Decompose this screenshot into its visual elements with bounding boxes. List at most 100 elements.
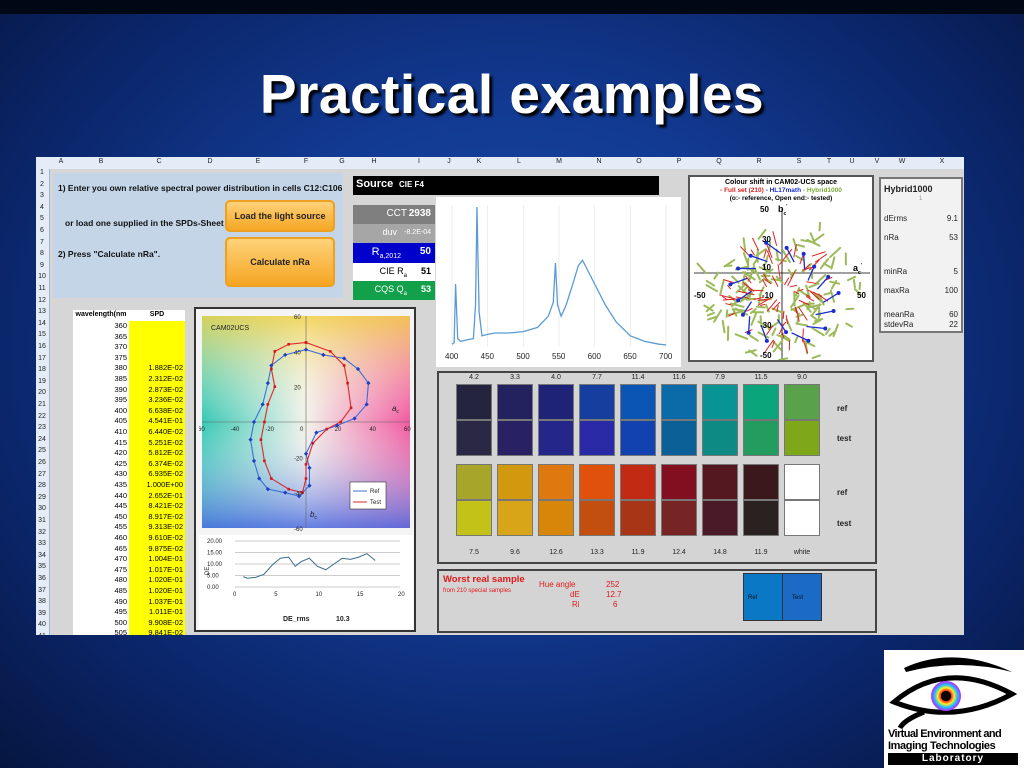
column-header-q[interactable]: Q — [709, 158, 729, 165]
column-header-c[interactable]: C — [149, 158, 169, 165]
column-header-j[interactable]: J — [439, 158, 459, 165]
spd-cell[interactable]: 1.004E-01 — [129, 554, 185, 565]
row-header-31[interactable]: 31 — [36, 517, 48, 524]
row-header-36[interactable]: 36 — [36, 575, 48, 582]
column-header-x[interactable]: X — [932, 158, 952, 165]
column-header-f[interactable]: F — [296, 158, 316, 165]
spd-cell[interactable]: 2.312E-02 — [129, 374, 185, 385]
column-header-a[interactable]: A — [51, 158, 71, 165]
spd-cell[interactable]: 9.610E-02 — [129, 533, 185, 544]
calculate-nra-button[interactable]: Calculate nRa — [225, 237, 335, 287]
wavelength-cell[interactable]: 410 — [73, 427, 129, 438]
spd-cell[interactable]: 5.251E-02 — [129, 437, 185, 449]
wavelength-cell[interactable]: 400 — [73, 405, 129, 417]
wavelength-cell[interactable]: 405 — [73, 416, 129, 427]
row-header-35[interactable]: 35 — [36, 563, 48, 570]
row-header-1[interactable]: 1 — [36, 169, 48, 176]
row-header-12[interactable]: 12 — [36, 297, 48, 304]
column-header-n[interactable]: N — [589, 158, 609, 165]
row-header-10[interactable]: 10 — [36, 273, 48, 280]
row-header-21[interactable]: 21 — [36, 401, 48, 408]
wavelength-cell[interactable]: 475 — [73, 564, 129, 576]
spd-cell[interactable]: 5.812E-02 — [129, 448, 185, 459]
column-header-i[interactable]: I — [409, 158, 429, 165]
row-header-6[interactable]: 6 — [36, 227, 48, 234]
row-header-34[interactable]: 34 — [36, 552, 48, 559]
wavelength-cell[interactable]: 365 — [73, 331, 129, 343]
spd-cell[interactable]: 1.000E+00 — [129, 480, 185, 491]
row-header-4[interactable]: 4 — [36, 204, 48, 211]
spd-cell[interactable]: 6.440E-02 — [129, 427, 185, 438]
spd-cell[interactable]: 1.037E-01 — [129, 596, 185, 608]
wavelength-cell[interactable]: 430 — [73, 469, 129, 480]
row-header-39[interactable]: 39 — [36, 610, 48, 617]
spd-cell[interactable]: 1.017E-01 — [129, 564, 185, 576]
wavelength-cell[interactable]: 490 — [73, 596, 129, 608]
spd-cell[interactable] — [129, 342, 185, 353]
spd-cell[interactable] — [129, 352, 185, 364]
wavelength-cell[interactable]: 455 — [73, 522, 129, 533]
column-header-e[interactable]: E — [248, 158, 268, 165]
row-header-5[interactable]: 5 — [36, 215, 48, 222]
wavelength-cell[interactable]: 375 — [73, 352, 129, 364]
column-header-u[interactable]: U — [842, 158, 862, 165]
wavelength-cell[interactable]: 440 — [73, 490, 129, 502]
row-header-27[interactable]: 27 — [36, 471, 48, 478]
wavelength-cell[interactable]: 395 — [73, 395, 129, 406]
spd-cell[interactable] — [129, 321, 185, 332]
spd-cell[interactable]: 2.873E-02 — [129, 384, 185, 396]
wavelength-cell[interactable]: 420 — [73, 448, 129, 459]
row-header-40[interactable]: 40 — [36, 621, 48, 628]
wavelength-cell[interactable]: 500 — [73, 617, 129, 629]
row-header-20[interactable]: 20 — [36, 389, 48, 396]
column-header-l[interactable]: L — [509, 158, 529, 165]
row-header-26[interactable]: 26 — [36, 459, 48, 466]
row-header-38[interactable]: 38 — [36, 598, 48, 605]
column-header-h[interactable]: H — [364, 158, 384, 165]
wavelength-cell[interactable]: 480 — [73, 575, 129, 586]
row-header-28[interactable]: 28 — [36, 482, 48, 489]
spd-cell[interactable]: 1.011E-01 — [129, 607, 185, 618]
column-header-r[interactable]: R — [749, 158, 769, 165]
column-header-v[interactable]: V — [867, 158, 887, 165]
column-header-d[interactable]: D — [200, 158, 220, 165]
column-header-g[interactable]: G — [332, 158, 352, 165]
row-header-19[interactable]: 19 — [36, 378, 48, 385]
row-header-23[interactable]: 23 — [36, 424, 48, 431]
wavelength-cell[interactable]: 425 — [73, 458, 129, 470]
spd-cell[interactable]: 6.935E-02 — [129, 469, 185, 480]
spd-cell[interactable]: 6.374E-02 — [129, 458, 185, 470]
row-header-32[interactable]: 32 — [36, 529, 48, 536]
load-light-source-button[interactable]: Load the light source — [225, 200, 335, 232]
row-header-22[interactable]: 22 — [36, 413, 48, 420]
column-header-t[interactable]: T — [819, 158, 839, 165]
wavelength-cell[interactable]: 380 — [73, 363, 129, 374]
row-header-17[interactable]: 17 — [36, 355, 48, 362]
row-header-2[interactable]: 2 — [36, 181, 48, 188]
spd-cell[interactable]: 8.917E-02 — [129, 511, 185, 523]
spd-cell[interactable]: 4.541E-01 — [129, 416, 185, 427]
wavelength-cell[interactable]: 460 — [73, 533, 129, 544]
row-header-25[interactable]: 25 — [36, 447, 48, 454]
column-header-o[interactable]: O — [629, 158, 649, 165]
row-header-3[interactable]: 3 — [36, 192, 48, 199]
row-header-8[interactable]: 8 — [36, 250, 48, 257]
spd-cell[interactable]: 3.236E-02 — [129, 395, 185, 406]
wavelength-cell[interactable]: 390 — [73, 384, 129, 396]
row-header-29[interactable]: 29 — [36, 494, 48, 501]
spd-cell[interactable]: 1.020E-01 — [129, 586, 185, 597]
spd-cell[interactable]: 2.652E-01 — [129, 490, 185, 502]
column-header-p[interactable]: P — [669, 158, 689, 165]
row-header-15[interactable]: 15 — [36, 331, 48, 338]
spd-cell[interactable] — [129, 331, 185, 343]
spd-cell[interactable]: 1.882E-02 — [129, 363, 185, 374]
row-header-14[interactable]: 14 — [36, 320, 48, 327]
column-header-s[interactable]: S — [789, 158, 809, 165]
column-header-m[interactable]: M — [549, 158, 569, 165]
column-header-w[interactable]: W — [892, 158, 912, 165]
row-header-16[interactable]: 16 — [36, 343, 48, 350]
row-header-30[interactable]: 30 — [36, 505, 48, 512]
wavelength-cell[interactable]: 435 — [73, 480, 129, 491]
wavelength-cell[interactable]: 370 — [73, 342, 129, 353]
spd-cell[interactable]: 9.875E-02 — [129, 543, 185, 555]
